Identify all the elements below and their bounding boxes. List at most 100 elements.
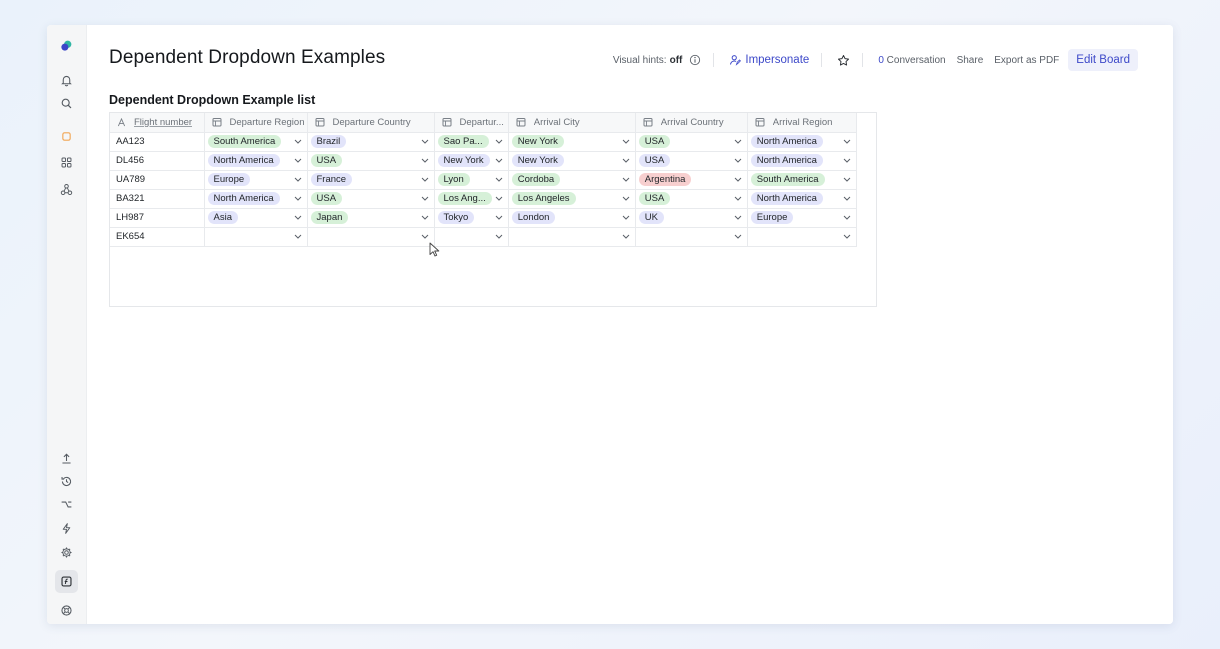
- dropdown-cell[interactable]: France: [307, 170, 435, 190]
- nodes-icon[interactable]: [55, 178, 78, 201]
- dropdown-cell[interactable]: North America: [747, 132, 857, 152]
- flight-number-cell[interactable]: LH987: [110, 208, 205, 228]
- chevron-down-icon[interactable]: [495, 177, 503, 182]
- dropdown-select[interactable]: Europe: [748, 209, 856, 227]
- dropdown-select[interactable]: [205, 228, 307, 246]
- column-header[interactable]: Arrival Country: [635, 113, 748, 133]
- chevron-down-icon[interactable]: [734, 215, 742, 220]
- dropdown-cell[interactable]: [307, 227, 435, 247]
- chevron-down-icon[interactable]: [622, 196, 630, 201]
- dropdown-select[interactable]: Tokyo: [435, 209, 508, 227]
- dropdown-cell[interactable]: North America: [747, 189, 857, 209]
- dropdown-select[interactable]: New York: [509, 152, 635, 170]
- dropdown-cell[interactable]: [204, 227, 308, 247]
- dropdown-cell[interactable]: USA: [307, 151, 435, 171]
- dropdown-select[interactable]: France: [308, 171, 434, 189]
- chevron-down-icon[interactable]: [843, 215, 851, 220]
- chevron-down-icon[interactable]: [734, 234, 742, 239]
- dropdown-cell[interactable]: Los Ang...: [434, 189, 509, 209]
- column-header[interactable]: Arrival Region: [747, 113, 857, 133]
- chevron-down-icon[interactable]: [622, 177, 630, 182]
- dropdown-select[interactable]: USA: [308, 190, 434, 208]
- flight-number-cell[interactable]: UA789: [110, 170, 205, 190]
- dropdown-select[interactable]: Europe: [205, 171, 307, 189]
- dropdown-cell[interactable]: Cordoba: [508, 170, 636, 190]
- bolt-icon[interactable]: [55, 517, 78, 540]
- dropdown-select[interactable]: USA: [308, 152, 434, 170]
- chevron-down-icon[interactable]: [294, 177, 302, 182]
- export-pdf-button[interactable]: Export as PDF: [994, 55, 1059, 66]
- column-header[interactable]: Departure Region: [204, 113, 308, 133]
- dropdown-cell[interactable]: USA: [307, 189, 435, 209]
- dropdown-cell[interactable]: USA: [635, 151, 748, 171]
- column-header[interactable]: Flight number: [110, 113, 205, 133]
- chevron-down-icon[interactable]: [622, 234, 630, 239]
- chevron-down-icon[interactable]: [294, 158, 302, 163]
- dropdown-select[interactable]: North America: [205, 152, 307, 170]
- grid-icon[interactable]: [55, 151, 78, 174]
- chevron-down-icon[interactable]: [734, 158, 742, 163]
- share-button[interactable]: Share: [957, 55, 984, 66]
- dropdown-cell[interactable]: Sao Pa...: [434, 132, 509, 152]
- dropdown-cell[interactable]: New York: [508, 132, 636, 152]
- column-header[interactable]: Departure Country: [307, 113, 435, 133]
- dropdown-cell[interactable]: North America: [204, 151, 308, 171]
- dropdown-select[interactable]: North America: [748, 190, 856, 208]
- chevron-down-icon[interactable]: [294, 139, 302, 144]
- chevron-down-icon[interactable]: [843, 234, 851, 239]
- square-icon[interactable]: [55, 125, 78, 148]
- column-header[interactable]: Departur...: [434, 113, 509, 133]
- dropdown-cell[interactable]: North America: [204, 189, 308, 209]
- dropdown-select[interactable]: North America: [748, 133, 856, 151]
- dropdown-select[interactable]: Brazil: [308, 133, 434, 151]
- dropdown-cell[interactable]: Argentina: [635, 170, 748, 190]
- chevron-down-icon[interactable]: [495, 215, 503, 220]
- chevron-down-icon[interactable]: [495, 158, 503, 163]
- history-icon[interactable]: [55, 470, 78, 493]
- info-icon[interactable]: [689, 54, 701, 66]
- dropdown-cell[interactable]: Tokyo: [434, 208, 509, 228]
- dropdown-cell[interactable]: USA: [635, 132, 748, 152]
- dropdown-cell[interactable]: Europe: [204, 170, 308, 190]
- flight-number-cell[interactable]: DL456: [110, 151, 205, 171]
- chevron-down-icon[interactable]: [734, 177, 742, 182]
- dropdown-select[interactable]: South America: [205, 133, 307, 151]
- chevron-down-icon[interactable]: [495, 196, 503, 201]
- logo-icon[interactable]: [55, 34, 78, 57]
- formula-icon[interactable]: [55, 570, 78, 593]
- dropdown-select[interactable]: North America: [205, 190, 307, 208]
- impersonate-button[interactable]: Impersonate: [729, 54, 809, 66]
- chevron-down-icon[interactable]: [421, 177, 429, 182]
- upload-icon[interactable]: [55, 447, 78, 470]
- chevron-down-icon[interactable]: [294, 215, 302, 220]
- dropdown-cell[interactable]: New York: [434, 151, 509, 171]
- dropdown-select[interactable]: Japan: [308, 209, 434, 227]
- chevron-down-icon[interactable]: [734, 196, 742, 201]
- dropdown-select[interactable]: [636, 228, 747, 246]
- dropdown-select[interactable]: Lyon: [435, 171, 508, 189]
- chevron-down-icon[interactable]: [421, 215, 429, 220]
- dropdown-select[interactable]: Argentina: [636, 171, 747, 189]
- dropdown-select[interactable]: New York: [509, 133, 635, 151]
- dropdown-select[interactable]: Asia: [205, 209, 307, 227]
- chevron-down-icon[interactable]: [843, 177, 851, 182]
- dropdown-cell[interactable]: [508, 227, 636, 247]
- dropdown-cell[interactable]: [434, 227, 509, 247]
- chevron-down-icon[interactable]: [421, 139, 429, 144]
- chevron-down-icon[interactable]: [294, 196, 302, 201]
- dropdown-cell[interactable]: New York: [508, 151, 636, 171]
- dropdown-cell[interactable]: North America: [747, 151, 857, 171]
- chevron-down-icon[interactable]: [421, 196, 429, 201]
- branch-icon[interactable]: [55, 493, 78, 516]
- chevron-down-icon[interactable]: [843, 196, 851, 201]
- dropdown-select[interactable]: New York: [435, 152, 508, 170]
- dropdown-select[interactable]: UK: [636, 209, 747, 227]
- dropdown-select[interactable]: USA: [636, 133, 747, 151]
- flight-number-cell[interactable]: AA123: [110, 132, 205, 152]
- dropdown-select[interactable]: [435, 228, 508, 246]
- dropdown-cell[interactable]: Los Angeles: [508, 189, 636, 209]
- dropdown-cell[interactable]: South America: [747, 170, 857, 190]
- dropdown-select[interactable]: USA: [636, 190, 747, 208]
- chevron-down-icon[interactable]: [421, 234, 429, 239]
- dropdown-cell[interactable]: Japan: [307, 208, 435, 228]
